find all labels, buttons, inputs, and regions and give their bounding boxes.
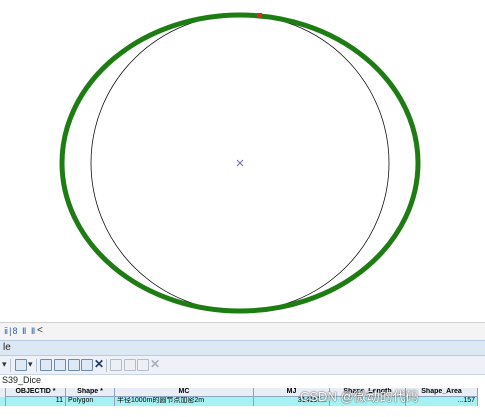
table-toolbar: ▾ ▾ ✕ ✕ xyxy=(0,356,485,375)
view-toggle-icons[interactable]: ⅱ|8 Ⅱ Ⅱ xyxy=(4,326,36,337)
watermark: CSDN @微动的代码 xyxy=(300,389,419,404)
selected-vertex-marker[interactable] xyxy=(257,13,262,17)
select-by-attributes-icon[interactable] xyxy=(40,359,52,371)
toolbar-separator xyxy=(10,359,11,372)
add-field-icon[interactable] xyxy=(124,359,136,371)
clear-selection-icon[interactable] xyxy=(68,359,80,371)
map-canvas[interactable] xyxy=(0,0,485,322)
close-table-icon[interactable]: ✕ xyxy=(150,357,160,371)
cell-objectid[interactable]: 11 xyxy=(6,397,66,406)
column-header-mc[interactable]: MC xyxy=(115,388,254,397)
cell-mc[interactable]: 半径1000m的圆节点加密2m xyxy=(115,397,254,406)
layout-view-strip: ⅱ|8 Ⅱ Ⅱ < xyxy=(0,322,485,340)
switch-selection-icon[interactable] xyxy=(54,359,66,371)
table-title-text: le xyxy=(3,342,11,353)
column-header-objectid[interactable]: OBJECTID * xyxy=(6,388,66,397)
dropdown-arrow-icon[interactable]: ▾ xyxy=(2,359,7,370)
toolbar-separator xyxy=(106,359,107,372)
table-tab-label[interactable]: S39_Dice xyxy=(2,375,41,385)
table-options-icon[interactable] xyxy=(15,359,27,371)
column-header-shape[interactable]: Shape * xyxy=(66,388,115,397)
scroll-left-button[interactable]: < xyxy=(37,325,43,336)
copy-selected-icon[interactable] xyxy=(137,359,149,371)
related-tables-icon[interactable] xyxy=(110,359,122,371)
table-window-title: le xyxy=(0,340,485,356)
zoom-to-selected-icon[interactable] xyxy=(81,359,93,371)
center-point-marker xyxy=(236,159,244,167)
table-options-dropdown-icon[interactable]: ▾ xyxy=(28,359,33,370)
cell-shape[interactable]: Polygon xyxy=(66,397,115,406)
toolbar-separator xyxy=(36,359,37,372)
delete-selected-icon[interactable]: ✕ xyxy=(94,357,104,371)
